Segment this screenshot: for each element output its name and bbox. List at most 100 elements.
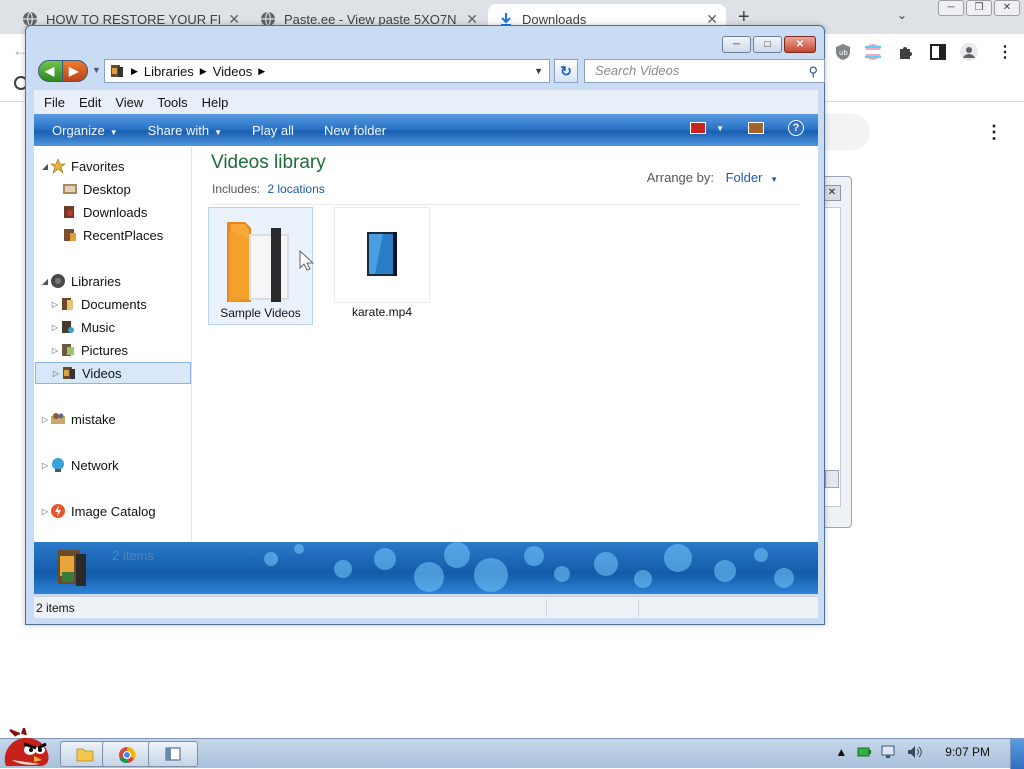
nav-label: Downloads bbox=[83, 204, 148, 220]
nav-mistake[interactable]: ▷ mistake bbox=[34, 408, 192, 430]
recent-pages-dropdown[interactable]: ▼ bbox=[92, 65, 101, 75]
breadcrumb-libraries[interactable]: Libraries bbox=[144, 64, 194, 79]
nav-downloads[interactable]: Downloads bbox=[34, 201, 192, 223]
minimize-button[interactable]: ─ bbox=[722, 36, 751, 53]
preview-pane-icon[interactable] bbox=[748, 122, 764, 134]
side-panel-icon[interactable] bbox=[929, 43, 947, 61]
expand-triangle-icon[interactable]: ◢ bbox=[40, 162, 50, 171]
browser-menu-icon[interactable]: ⋮ bbox=[997, 42, 1013, 62]
nav-music[interactable]: ▷ Music bbox=[34, 316, 192, 338]
command-bar-right: ▼ ? bbox=[690, 120, 804, 136]
window-icon bbox=[165, 747, 181, 761]
expand-triangle-icon[interactable]: ▷ bbox=[40, 507, 50, 516]
chevron-down-icon[interactable]: ⌄ bbox=[897, 8, 907, 22]
menu-edit[interactable]: Edit bbox=[79, 95, 101, 110]
nav-network[interactable]: ▷ Network bbox=[34, 454, 192, 476]
ublock-icon[interactable]: ub bbox=[834, 43, 852, 61]
extension-flag-icon[interactable] bbox=[864, 43, 882, 61]
back-arrow-icon: ◀ bbox=[45, 64, 55, 78]
file-item-sample-videos[interactable]: Sample Videos bbox=[208, 207, 315, 325]
nav-videos[interactable]: ▷ Videos bbox=[35, 362, 191, 384]
desktop-icon bbox=[63, 184, 77, 194]
show-desktop-button[interactable] bbox=[1010, 739, 1024, 769]
arrange-by: Arrange by: Folder ▼ bbox=[647, 170, 778, 185]
profile-avatar-icon[interactable] bbox=[960, 43, 978, 61]
nav-favorites[interactable]: ◢ Favorites bbox=[34, 155, 192, 177]
chevron-down-icon[interactable]: ▼ bbox=[770, 175, 778, 184]
locations-link[interactable]: 2 locations bbox=[267, 182, 324, 196]
breadcrumb-videos[interactable]: Videos bbox=[213, 64, 253, 79]
nav-image-catalog[interactable]: ▷ Image Catalog bbox=[34, 500, 192, 522]
chevron-up-icon[interactable]: ▲ bbox=[835, 745, 847, 759]
menu-view[interactable]: View bbox=[115, 95, 143, 110]
window-controls: ─ □ ✕ bbox=[722, 36, 816, 53]
breadcrumb-separator-icon[interactable]: ▶ bbox=[200, 66, 207, 77]
downloads-menu-icon[interactable]: ⋮ bbox=[985, 122, 1003, 143]
close-icon[interactable]: ✕ bbox=[823, 185, 841, 201]
user-folder-icon bbox=[51, 413, 65, 424]
search-icon[interactable]: ⚲ bbox=[808, 61, 818, 83]
expand-triangle-icon[interactable]: ▷ bbox=[51, 369, 61, 378]
address-bar[interactable]: ▶ Libraries ▶ Videos ▶ ▼ bbox=[104, 59, 550, 83]
svg-text:ub: ub bbox=[839, 49, 848, 57]
search-input[interactable]: Search Videos ⚲ bbox=[584, 59, 825, 83]
decorative-bubble bbox=[414, 562, 444, 592]
decorative-bubble bbox=[554, 566, 570, 582]
decorative-bubble bbox=[444, 542, 470, 568]
scrollbar[interactable] bbox=[823, 207, 841, 507]
chevron-down-icon[interactable]: ▼ bbox=[716, 124, 724, 133]
file-item-karate-mp4[interactable] bbox=[334, 207, 430, 303]
start-button-angry-bird-icon[interactable] bbox=[0, 728, 54, 768]
new-folder-button[interactable]: New folder bbox=[324, 123, 386, 138]
expand-triangle-icon[interactable]: ▷ bbox=[50, 323, 60, 332]
clock[interactable]: 9:07 PM bbox=[945, 745, 990, 759]
taskbar-chrome-button[interactable] bbox=[102, 741, 152, 767]
video-file-icon bbox=[367, 232, 397, 276]
extensions-puzzle-icon[interactable] bbox=[897, 43, 915, 61]
change-view-icon[interactable] bbox=[690, 122, 707, 134]
close-button[interactable]: ✕ bbox=[784, 36, 816, 53]
videos-library-icon bbox=[111, 65, 123, 77]
nav-label: Favorites bbox=[71, 158, 125, 174]
breadcrumb-separator-icon[interactable]: ▶ bbox=[258, 66, 265, 77]
menu-help[interactable]: Help bbox=[202, 95, 229, 110]
expand-triangle-icon[interactable]: ▷ bbox=[50, 346, 60, 355]
command-bar: Organize ▼ Share with ▼ Play all New folde… bbox=[34, 114, 818, 146]
chevron-down-icon[interactable]: ▼ bbox=[534, 66, 543, 76]
menu-tools[interactable]: Tools bbox=[157, 95, 187, 110]
battery-icon[interactable] bbox=[857, 746, 872, 758]
forward-arrow-icon: ▶ bbox=[69, 64, 79, 78]
organize-button[interactable]: Organize ▼ bbox=[52, 123, 118, 138]
nav-desktop[interactable]: Desktop bbox=[34, 178, 192, 200]
scrollbar-thumb[interactable] bbox=[825, 470, 839, 488]
minimize-button[interactable]: ─ bbox=[938, 0, 964, 16]
nav-documents[interactable]: ▷ Documents bbox=[34, 293, 192, 315]
play-all-button[interactable]: Play all bbox=[252, 123, 294, 138]
volume-icon[interactable] bbox=[907, 745, 923, 759]
menu-file[interactable]: File bbox=[44, 95, 65, 110]
file-item-label: karate.mp4 bbox=[351, 305, 413, 319]
maximize-button[interactable]: □ bbox=[753, 36, 782, 53]
taskbar-window-button[interactable] bbox=[148, 741, 198, 767]
close-button[interactable]: ✕ bbox=[994, 0, 1020, 16]
decorative-bubble bbox=[524, 546, 544, 566]
chrome-icon bbox=[119, 746, 136, 764]
mouse-cursor-icon bbox=[299, 250, 315, 271]
nav-libraries[interactable]: ◢ Libraries bbox=[34, 270, 192, 292]
expand-triangle-icon[interactable]: ▷ bbox=[50, 300, 60, 309]
expand-triangle-icon[interactable]: ▷ bbox=[40, 415, 50, 424]
expand-triangle-icon[interactable]: ◢ bbox=[40, 277, 50, 286]
share-with-button[interactable]: Share with ▼ bbox=[148, 123, 222, 138]
help-icon[interactable]: ? bbox=[788, 120, 804, 136]
refresh-button[interactable]: ↻ bbox=[554, 59, 578, 83]
arrange-by-dropdown[interactable]: Folder bbox=[726, 170, 763, 185]
nav-pictures[interactable]: ▷ Pictures bbox=[34, 339, 192, 361]
network-tray-icon[interactable] bbox=[881, 745, 897, 759]
nav-recent-places[interactable]: RecentPlaces bbox=[34, 224, 192, 246]
folder-icon bbox=[227, 222, 289, 302]
forward-button[interactable]: ▶ bbox=[62, 60, 88, 82]
breadcrumb-separator-icon[interactable]: ▶ bbox=[131, 66, 138, 77]
back-button[interactable]: ◀ ▶ bbox=[38, 60, 88, 82]
expand-triangle-icon[interactable]: ▷ bbox=[40, 461, 50, 470]
restore-button[interactable]: ❐ bbox=[966, 0, 992, 16]
